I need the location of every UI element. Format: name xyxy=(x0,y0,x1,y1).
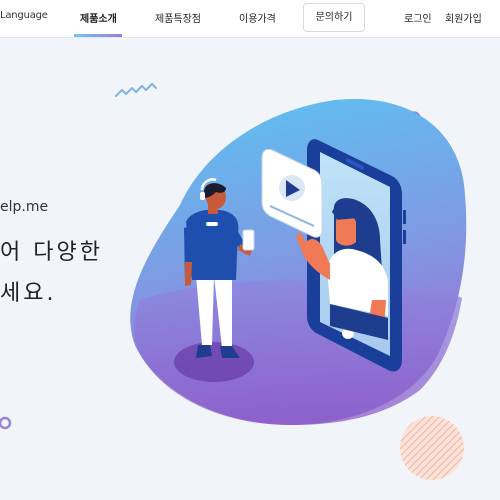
hero-illustration xyxy=(0,83,467,480)
person-shadow xyxy=(174,342,254,382)
ring-decoration-left xyxy=(0,416,12,430)
squiggle-decoration xyxy=(115,83,157,97)
striped-circle-decoration xyxy=(400,416,464,480)
